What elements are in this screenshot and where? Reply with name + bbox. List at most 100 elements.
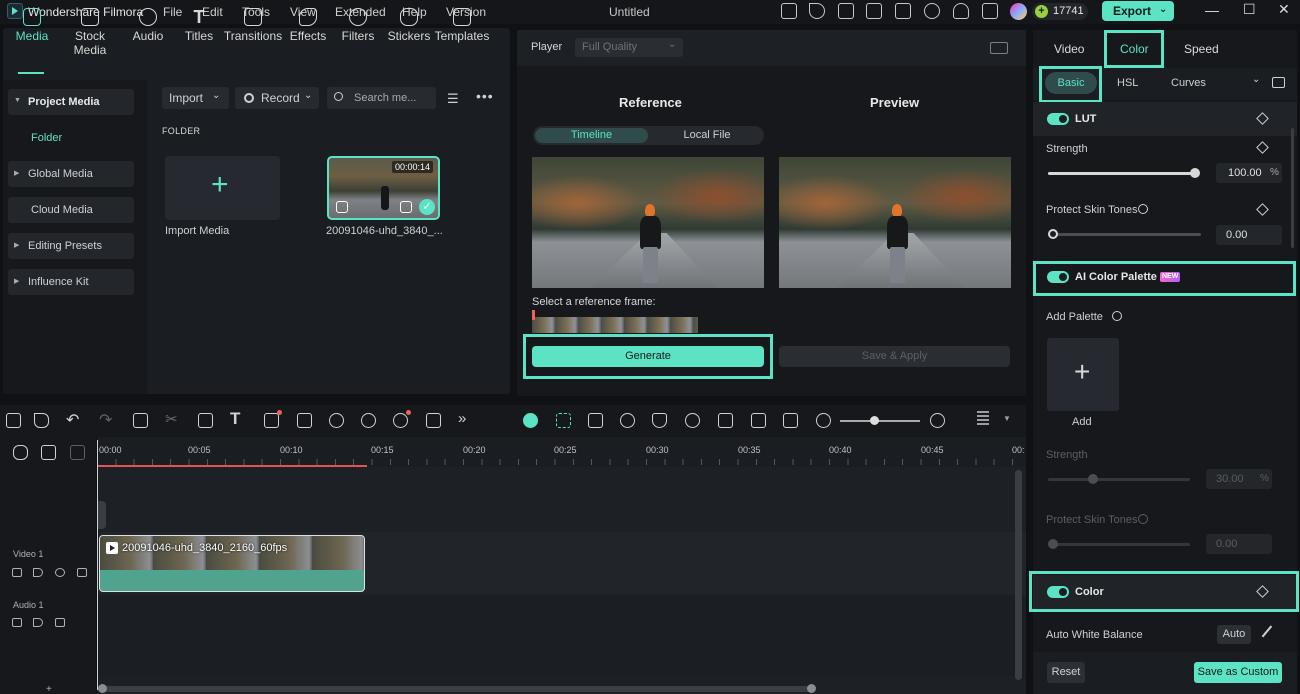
save-apply-button[interactable]: Save & Apply [779, 346, 1010, 367]
monitor-icon[interactable] [866, 3, 882, 19]
tab-templates[interactable]: Templates [432, 6, 492, 43]
generate-button[interactable]: Generate [532, 346, 764, 367]
audio-track-icon[interactable] [718, 413, 733, 428]
close-icon[interactable]: ✕ [1278, 1, 1290, 18]
ai-tools-icon[interactable] [393, 410, 411, 428]
timeline-video-clip[interactable]: 20091046-uhd_3840_2160_60fps [99, 535, 365, 592]
layout-icon[interactable] [6, 413, 21, 428]
media-clip-tile[interactable]: 00:00:14 ✓ [327, 156, 440, 220]
speaker-icon[interactable] [33, 618, 43, 627]
shield-icon[interactable] [652, 413, 667, 428]
record-dropdown[interactable]: Record ⌄ [235, 87, 319, 109]
camera-icon[interactable] [588, 413, 603, 428]
save-icon[interactable] [895, 3, 911, 19]
quality-dropdown[interactable]: Full Quality ⌄ [575, 38, 683, 57]
tab-media[interactable]: Media [2, 6, 62, 43]
speaker-icon[interactable] [33, 568, 43, 577]
ai-protect-skin-value-field[interactable]: 0.00 [1206, 534, 1272, 554]
add-track-icon[interactable] [70, 445, 85, 460]
search-input[interactable]: Search me... [327, 87, 436, 109]
zoom-in-icon[interactable] [930, 413, 945, 428]
shape-icon[interactable] [264, 410, 282, 428]
link-icon[interactable] [13, 445, 28, 460]
seg-local-file[interactable]: Local File [653, 128, 761, 143]
import-dropdown[interactable]: Import ⌄ [162, 87, 229, 109]
export-button[interactable]: Export ⌄ [1102, 1, 1174, 21]
save-as-custom-button[interactable]: Save as Custom [1194, 662, 1282, 683]
lut-toggle[interactable] [1047, 113, 1069, 125]
ai-protect-skin-slider[interactable] [1048, 543, 1190, 546]
chevron-down-icon[interactable]: ▼ [1003, 414, 1011, 423]
headset-icon[interactable] [953, 3, 969, 19]
zoom-out-icon[interactable] [816, 413, 831, 428]
credits-badge[interactable]: + 17741 [1032, 3, 1088, 20]
color-match-icon[interactable] [361, 413, 376, 428]
notes-icon[interactable] [838, 3, 854, 19]
info-icon[interactable] [1112, 311, 1122, 321]
tab-color[interactable]: Color [1120, 42, 1149, 56]
auto-white-balance-button[interactable]: Auto [1217, 625, 1251, 644]
zoom-slider-knob[interactable] [870, 416, 879, 425]
chevron-down-icon[interactable]: ⌄ [1252, 74, 1260, 85]
ai-strength-value-field[interactable]: 30.00 % [1206, 469, 1272, 489]
crop-icon[interactable] [198, 413, 213, 428]
reset-button[interactable]: Reset [1047, 662, 1085, 683]
snapshot-icon[interactable] [620, 413, 635, 428]
undo-icon[interactable]: ↶ [66, 410, 79, 430]
tab-stickers[interactable]: Stickers [379, 6, 439, 43]
speed-icon[interactable] [329, 413, 344, 428]
cut-icon[interactable]: ✂ [165, 410, 178, 428]
seg-timeline[interactable]: Timeline [535, 128, 648, 143]
add-palette-button[interactable]: + [1047, 338, 1119, 411]
screen-record-icon[interactable] [751, 413, 766, 428]
minimize-icon[interactable]: — [1205, 2, 1219, 18]
maximize-icon[interactable]: ☐ [1243, 1, 1256, 18]
redo-icon[interactable]: ↷ [99, 410, 112, 430]
mute-track-icon[interactable] [77, 568, 87, 577]
playhead[interactable] [97, 440, 98, 690]
magnet-icon[interactable] [41, 445, 56, 460]
sidebar-item-global-media[interactable]: ▶ Global Media [8, 161, 134, 187]
audio-track-1[interactable] [97, 596, 1026, 676]
collapse-tab[interactable] [97, 501, 106, 529]
tab-titles[interactable]: T Titles [169, 6, 229, 43]
subtab-curves[interactable]: Curves [1171, 77, 1206, 89]
zoom-slider[interactable] [840, 420, 920, 422]
info-icon[interactable] [1138, 514, 1148, 524]
reference-frame-strip[interactable] [532, 317, 698, 333]
tab-video[interactable]: Video [1054, 42, 1084, 56]
microphone-icon[interactable] [685, 413, 700, 428]
add-icon[interactable]: + [46, 684, 52, 694]
sidebar-item-editing-presets[interactable]: ▶ Editing Presets [8, 233, 134, 259]
delete-icon[interactable] [133, 413, 148, 428]
fit-icon[interactable] [783, 413, 798, 428]
ai-strength-slider-knob[interactable] [1088, 474, 1098, 484]
edit-image-icon[interactable] [426, 413, 441, 428]
lock-icon[interactable] [12, 618, 22, 627]
compare-icon[interactable] [1272, 77, 1285, 88]
cloud-upload-icon[interactable] [924, 3, 940, 19]
timeline-vertical-scrollbar[interactable] [1015, 470, 1022, 680]
tab-transitions[interactable]: Transitions [223, 6, 283, 43]
layout-grid-icon[interactable] [990, 42, 1008, 54]
sidebar-item-folder[interactable]: Folder [31, 132, 62, 144]
ai-strength-slider[interactable] [1048, 478, 1190, 481]
track-height-icon[interactable] [977, 411, 989, 427]
auto-highlight-icon[interactable] [556, 413, 571, 428]
more-options-icon[interactable]: ••• [476, 88, 494, 104]
mute-track-icon[interactable] [55, 618, 65, 627]
strength-slider-knob[interactable] [1190, 168, 1200, 178]
subtab-basic[interactable]: Basic [1045, 72, 1097, 94]
filter-icon[interactable]: ☰ [447, 91, 459, 107]
send-icon[interactable] [809, 3, 825, 19]
ai-copilot-icon[interactable] [523, 413, 538, 428]
apps-grid-icon[interactable] [982, 3, 998, 19]
lock-icon[interactable] [12, 568, 22, 577]
gift-icon[interactable] [781, 3, 797, 19]
text-icon[interactable]: T [230, 409, 240, 429]
ai-portrait-icon[interactable] [297, 413, 312, 428]
info-icon[interactable] [1138, 204, 1148, 214]
select-tool-icon[interactable] [34, 413, 49, 428]
timeline-horizontal-scrollbar[interactable] [98, 684, 816, 693]
color-toggle[interactable] [1047, 586, 1069, 598]
